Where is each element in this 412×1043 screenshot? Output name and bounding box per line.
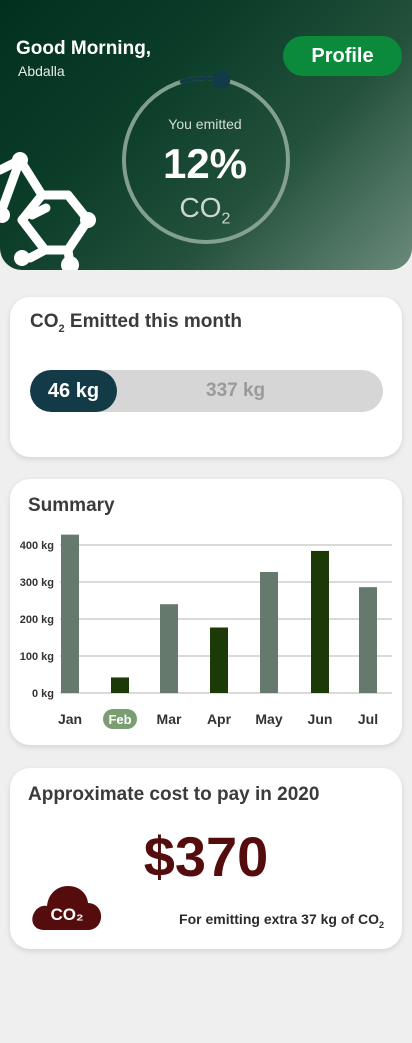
x-tick-may[interactable]: May: [255, 711, 282, 727]
summary-bar-chart: 0 kg 100 kg 200 kg 300 kg 400 kg Jan Feb Mar Apr…: [20, 534, 392, 729]
monthly-emission-card: CO2 Emitted this month 337 kg 46 kg: [10, 297, 402, 457]
cost-title: Approximate cost to pay in 2020: [28, 784, 320, 805]
bar-jul[interactable]: [359, 587, 377, 693]
cost-card: Approximate cost to pay in 2020 $370 CO₂…: [10, 768, 402, 949]
bar-jan[interactable]: [61, 534, 79, 693]
x-tick-mar[interactable]: Mar: [157, 711, 182, 727]
co2-unit-label: CO2: [179, 192, 231, 228]
header-banner: Good Morning, Abdalla Profile You emitte…: [0, 0, 412, 270]
x-tick-jan[interactable]: Jan: [58, 711, 82, 727]
cost-note: For emitting extra 37 kg of CO2: [179, 911, 384, 930]
co2-cloud-icon: CO₂: [32, 886, 102, 930]
greeting-text: Good Morning,: [16, 38, 152, 59]
y-tick-label: 200 kg: [20, 614, 54, 626]
bar-jun[interactable]: [311, 550, 329, 693]
emitted-percent: 12%: [162, 140, 248, 187]
molecule-icon: [0, 152, 96, 270]
emission-ring-knob: [212, 72, 231, 89]
y-tick-label: 400 kg: [20, 540, 54, 552]
bar-feb[interactable]: [111, 677, 129, 693]
y-tick-label: 100 kg: [20, 651, 54, 663]
emission-current-label: 46 kg: [30, 370, 117, 412]
y-tick-label: 300 kg: [20, 577, 54, 589]
user-name: Abdalla: [18, 63, 65, 79]
profile-button[interactable]: Profile: [283, 36, 402, 76]
x-tick-feb[interactable]: Feb: [108, 712, 131, 727]
emission-progress-bar: 337 kg 46 kg: [30, 370, 383, 412]
bar-may[interactable]: [260, 572, 278, 693]
bar-apr[interactable]: [210, 627, 228, 693]
x-tick-jul[interactable]: Jul: [358, 711, 378, 727]
x-tick-jun[interactable]: Jun: [308, 711, 333, 727]
x-tick-apr[interactable]: Apr: [207, 711, 232, 727]
summary-card: Summary 0 kg 100 kg 200 kg 300 kg 400 kg Jan F…: [10, 479, 402, 745]
y-tick-label: 0 kg: [32, 688, 54, 700]
bar-mar[interactable]: [160, 604, 178, 693]
emitted-caption: You emitted: [168, 116, 242, 132]
monthly-card-title: CO2 Emitted this month: [30, 311, 242, 335]
svg-text:CO₂: CO₂: [50, 905, 83, 924]
